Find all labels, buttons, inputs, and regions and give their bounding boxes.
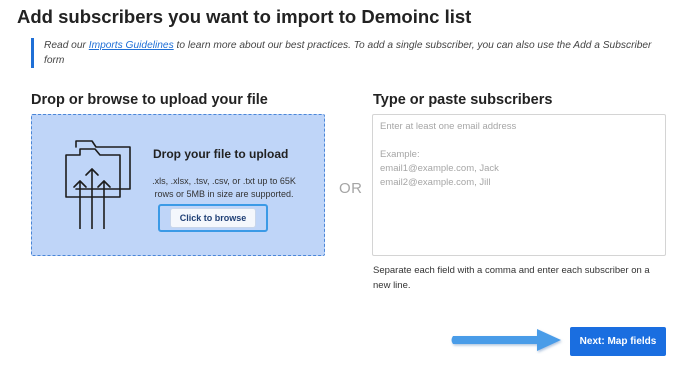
browse-button[interactable]: Click to browse xyxy=(169,208,257,228)
file-dropzone[interactable]: Drop your file to upload .xls, .xlsx, .t… xyxy=(31,114,325,256)
browse-highlight: Click to browse xyxy=(158,204,268,232)
or-divider: OR xyxy=(339,180,363,197)
page-title: Add subscribers you want to import to De… xyxy=(17,6,472,27)
upload-heading: Drop or browse to upload your file xyxy=(31,92,268,108)
drop-title: Drop your file to upload xyxy=(153,147,289,161)
file-format-hint: .xls, .xlsx, .tsv, .csv, or .txt up to 6… xyxy=(152,176,296,199)
paste-heading: Type or paste subscribers xyxy=(373,92,553,108)
imports-guidelines-link[interactable]: Imports Guidelines xyxy=(89,40,174,51)
right-arrow-icon xyxy=(451,329,561,351)
subscribers-textarea[interactable] xyxy=(372,114,666,256)
guidelines-prefix: Read our xyxy=(44,40,89,51)
field-help-text: Separate each field with a comma and ent… xyxy=(373,265,650,291)
next-map-fields-button[interactable]: Next: Map fields xyxy=(570,327,666,356)
guidelines-note: Read our Imports Guidelines to learn mor… xyxy=(31,38,674,68)
folder-upload-icon xyxy=(65,140,131,229)
